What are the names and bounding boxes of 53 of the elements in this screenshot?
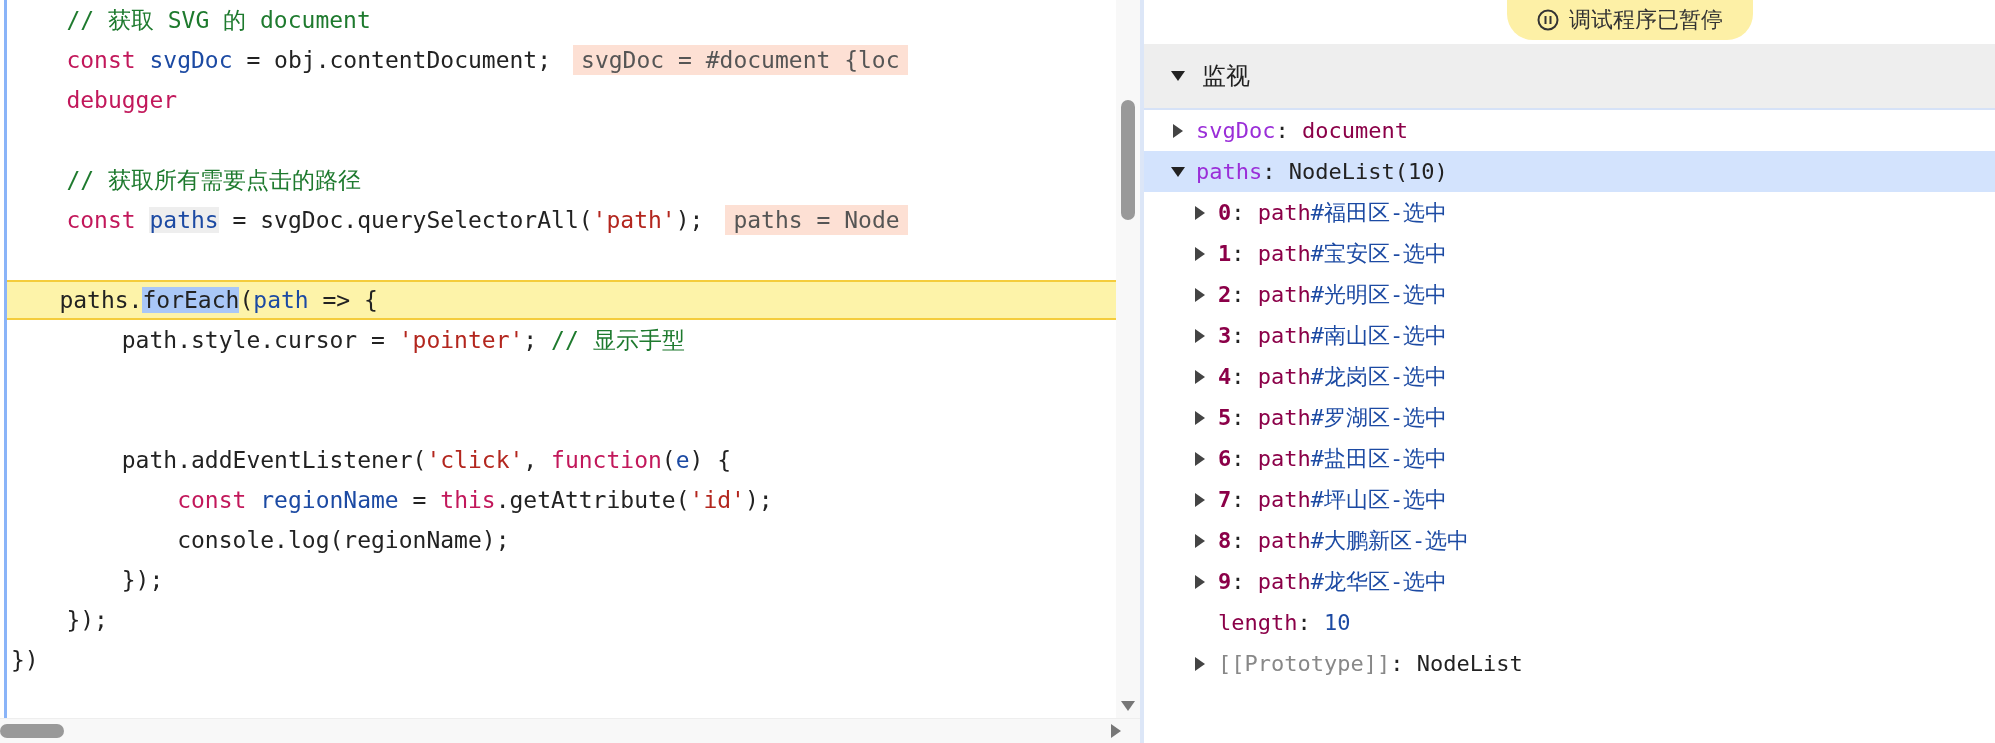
inline-value: paths = Node — [725, 205, 908, 235]
property-row[interactable]: 4: path#龙岗区-选中 — [1144, 356, 1995, 397]
property-row[interactable]: 2: path#光明区-选中 — [1144, 274, 1995, 315]
property-text: 0: path#福田区-选中 — [1218, 198, 1448, 227]
property-text: [[Prototype]]: NodeList — [1218, 651, 1523, 676]
property-text: 5: path#罗湖区-选中 — [1218, 403, 1448, 432]
property-text: 1: path#宝安区-选中 — [1218, 239, 1448, 268]
vertical-scrollbar[interactable] — [1116, 0, 1140, 718]
code-line: debugger — [65, 87, 178, 113]
property-text: 8: path#大鹏新区-选中 — [1218, 526, 1470, 555]
property-row[interactable]: 5: path#罗湖区-选中 — [1144, 397, 1995, 438]
pause-icon — [1536, 9, 1559, 31]
property-row[interactable]: 1: path#宝安区-选中 — [1144, 233, 1995, 274]
scrollbar-thumb[interactable] — [1121, 100, 1135, 220]
code-line: // 获取 SVG 的 document — [65, 5, 371, 35]
code-line: const svgDoc = obj.contentDocument; — [65, 47, 552, 73]
property-row[interactable]: 8: path#大鹏新区-选中 — [1144, 520, 1995, 561]
property-row[interactable]: 3: path#南山区-选中 — [1144, 315, 1995, 356]
property-text: length: 10 — [1218, 610, 1351, 635]
code-line: path.addEventListener('click', function(e) { — [120, 447, 732, 473]
code-line: // 获取所有需要点击的路径 — [65, 165, 361, 195]
code-line: }) — [11, 647, 39, 673]
property-text: 6: path#盐田区-选中 — [1218, 444, 1448, 473]
code-line: paths.forEach(path => { — [58, 287, 378, 313]
watch-expression: paths: NodeList(10) — [1196, 159, 1448, 184]
watch-header[interactable]: 监视 — [1144, 44, 1995, 110]
scroll-down-icon[interactable] — [1121, 700, 1135, 712]
property-row[interactable]: 7: path#坪山区-选中 — [1144, 479, 1995, 520]
property-text: 2: path#光明区-选中 — [1218, 280, 1448, 309]
property-row[interactable]: 9: path#龙华区-选中 — [1144, 561, 1995, 602]
code-line: }); — [120, 567, 164, 593]
property-text: 7: path#坪山区-选中 — [1218, 485, 1448, 514]
property-row[interactable]: 6: path#盐田区-选中 — [1144, 438, 1995, 479]
property-row[interactable]: length: 10 — [1144, 602, 1995, 643]
scroll-right-icon[interactable] — [1110, 724, 1122, 738]
watch-row[interactable]: svgDoc: document — [1144, 110, 1995, 151]
property-text: 4: path#龙岗区-选中 — [1218, 362, 1448, 391]
code-line: console.log(regionName); — [176, 527, 510, 553]
watch-title: 监视 — [1202, 61, 1250, 92]
watch-expression: svgDoc: document — [1196, 118, 1408, 143]
code-line: const paths = svgDoc.querySelectorAll('path'); — [65, 207, 704, 233]
horizontal-scrollbar[interactable] — [0, 718, 1140, 743]
watch-row[interactable]: paths: NodeList(10) — [1144, 151, 1995, 192]
code-line: path.style.cursor = 'pointer'; // 显示手型 — [120, 325, 685, 355]
code-line: }); — [65, 607, 108, 633]
property-text: 3: path#南山区-选中 — [1218, 321, 1448, 350]
inline-value: svgDoc = #document {loc — [573, 45, 908, 75]
property-row[interactable]: 0: path#福田区-选中 — [1144, 192, 1995, 233]
paused-text: 调试程序已暂停 — [1568, 6, 1723, 34]
property-text: 9: path#龙华区-选中 — [1218, 567, 1448, 596]
code-line: const regionName = this.getAttribute('id'); — [176, 487, 773, 513]
property-row[interactable]: [[Prototype]]: NodeList — [1144, 643, 1995, 684]
scrollbar-thumb[interactable] — [0, 724, 64, 738]
